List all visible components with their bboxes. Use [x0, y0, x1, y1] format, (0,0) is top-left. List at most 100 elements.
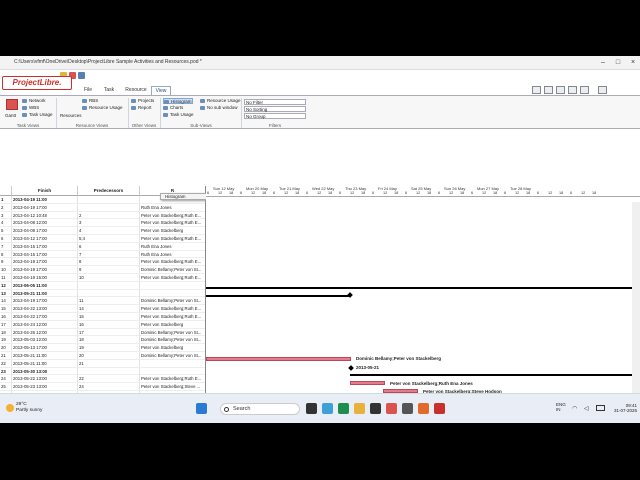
report-button[interactable]: Report [131, 105, 152, 111]
table-row[interactable]: 23 2013-05-30 13:00 [0, 367, 205, 376]
header-predecessors[interactable]: Predecessors [78, 186, 140, 196]
table-row[interactable]: 2 2013-04-19 17:00 Ruth Ena Jones [0, 203, 205, 212]
windows-taskbar: 29°C Partly sunny Search ENG IN ◠ ◁ 09:4… [0, 393, 640, 423]
table-row[interactable]: 22 2013-05-21 11:00 21 [0, 359, 205, 368]
resources-button[interactable]: Resources [58, 113, 82, 119]
widgets-icon[interactable] [322, 403, 333, 414]
minimize-button[interactable]: – [596, 57, 610, 68]
table-row[interactable]: 7 2013-04-15 17:00 6 Ruth Ena Jones [0, 242, 205, 251]
task-view-icon[interactable] [306, 403, 317, 414]
histogram-icon [164, 100, 169, 104]
app-icon[interactable] [418, 403, 429, 414]
task-table: Finish Predecessors R 1 2013-04-19 11:00 2… [0, 186, 206, 423]
table-row[interactable]: 25 2013-05-23 13:00 24 Peter von Stackelber… [0, 383, 205, 391]
resources-cell: Peter von Stackelberg;Ruth E... [140, 212, 205, 219]
table-row[interactable]: 14 2013-04-19 17:00 11 Dominic Bellamy;Pete… [0, 297, 205, 306]
predecessors-cell: 16 [78, 320, 140, 328]
header-finish[interactable]: Finish [12, 186, 78, 196]
gantt-button[interactable]: Gantt [4, 98, 20, 120]
calendar-icon[interactable] [568, 86, 577, 94]
table-row[interactable]: 20 2013-05-13 17:00 19 Peter von Stackelber… [0, 344, 205, 352]
weather-widget[interactable]: 29°C Partly sunny [6, 402, 56, 418]
table-row[interactable]: 18 2013-04-26 12:00 17 Dominic Bellamy;Pete… [0, 328, 205, 337]
report-icon[interactable] [556, 86, 565, 94]
title-bar: C:\Users\vfmf\OneDrive\Desktop\ProjectLi… [0, 56, 640, 70]
file-explorer-icon[interactable] [354, 403, 365, 414]
tab-view[interactable]: View [151, 86, 171, 95]
table-row[interactable]: 24 2013-05-22 13:00 22 Peter von Stackelber… [0, 375, 205, 384]
projects-button[interactable]: Projects [131, 98, 154, 104]
sub-task-usage-button[interactable]: Task Usage [163, 112, 194, 118]
group-select[interactable]: No Group [244, 113, 306, 119]
table-row[interactable]: 8 2013-04-15 17:00 7 Ruth Ena Jones [0, 250, 205, 259]
sorting-select[interactable]: No Sorting [244, 106, 306, 112]
finish-cell: 2013-04-22 13:00 [12, 305, 78, 313]
task-24-label: Peter von Stackelberg;Ruth Ena Jones [390, 381, 473, 386]
app-icon[interactable] [386, 403, 397, 414]
battery-icon[interactable] [596, 405, 605, 411]
summary-bar-23[interactable] [350, 374, 634, 376]
table-row[interactable]: 15 2013-04-22 13:00 14 Peter von Stackelber… [0, 305, 205, 313]
rbs-button[interactable]: RBS [82, 98, 98, 104]
clock[interactable]: 09:41 31-07-2026 [614, 403, 637, 413]
settings-icon[interactable] [580, 86, 589, 94]
task-bar-24[interactable] [350, 381, 385, 385]
predecessors-cell: 17 [78, 328, 140, 336]
maximize-button[interactable]: □ [611, 57, 625, 68]
predecessors-cell: 11 [78, 297, 140, 305]
no-sub-window-button[interactable]: No sub window [200, 105, 238, 111]
charts-button[interactable]: Charts [163, 105, 183, 111]
wifi-icon[interactable]: ◠ [572, 405, 580, 412]
tab-task[interactable]: Task [98, 86, 120, 95]
table-row[interactable]: 10 2013-04-19 17:00 9 Dominic Bellamy;Peter… [0, 266, 205, 274]
histogram-button[interactable]: Histogram [163, 98, 193, 104]
table-row[interactable]: 16 2013-04-22 17:00 15 Peter von Stackelber… [0, 313, 205, 321]
resources-cell: Peter von Stackelberg;Steve ... [140, 383, 205, 390]
row-number: 10 [0, 266, 12, 274]
taskbar-search[interactable]: Search [220, 403, 300, 415]
print-icon[interactable] [78, 72, 85, 79]
task-bar-21[interactable] [206, 357, 351, 361]
table-row[interactable]: 11 2013-04-19 15:00 10 Peter von Stackelber… [0, 274, 205, 282]
predecessors-cell: 14 [78, 305, 140, 313]
resources-cell: Peter von Stackelberg [140, 344, 205, 351]
finish-cell: 2013-04-19 17:00 [12, 203, 78, 211]
wbs-button[interactable]: WBS [22, 105, 39, 111]
resource-usage-button[interactable]: Resource Usage [82, 105, 123, 111]
summary-bar-12[interactable] [206, 287, 634, 289]
edge-icon[interactable] [338, 403, 349, 414]
row-number: 9 [0, 258, 12, 266]
table-row[interactable]: 3 2013-04-12 10:48 2 Peter von Stackelberg;… [0, 211, 205, 220]
table-row[interactable]: 19 2013-05-03 12:00 18 Dominic Bellamy;Pete… [0, 336, 205, 345]
table-icon[interactable] [544, 86, 553, 94]
table-row[interactable]: 17 2013-04-24 12:00 16 Peter von Stackelber… [0, 320, 205, 329]
tab-file[interactable]: File [78, 86, 98, 95]
table-row[interactable]: 21 2013-05-21 11:00 20 Dominic Bellamy;Pete… [0, 352, 205, 360]
filter-select[interactable]: No Filter [244, 99, 306, 105]
app-logo: ProjectLibre. [2, 76, 72, 90]
table-row[interactable]: 6 2013-04-12 17:00 5;4 Peter von Stackelber… [0, 235, 205, 243]
vertical-scrollbar[interactable] [632, 202, 640, 423]
projectlibre-taskbar-icon[interactable] [434, 403, 445, 414]
chart-icon[interactable] [532, 86, 541, 94]
volume-icon[interactable]: ◁ [584, 405, 592, 412]
app-icon[interactable] [402, 403, 413, 414]
store-icon[interactable] [370, 403, 381, 414]
milestone-22[interactable] [348, 365, 354, 371]
other-views-label: Other Views [131, 123, 157, 128]
table-row[interactable]: 4 2013-04-08 12:00 3 Peter von Stackelberg;… [0, 219, 205, 228]
table-row[interactable]: 5 2013-04-08 17:00 4 Peter von Stackelberg [0, 227, 205, 235]
table-row[interactable]: 12 2013-06-05 11:00 [0, 281, 205, 290]
network-button[interactable]: Network [22, 98, 46, 104]
tab-resource[interactable]: Resource [122, 86, 150, 95]
predecessors-cell: 10 [78, 274, 140, 281]
summary-bar-13[interactable] [206, 295, 350, 297]
table-row[interactable]: 9 2013-04-19 17:00 8 Peter von Stackelberg;… [0, 258, 205, 267]
table-row[interactable]: 13 2013-05-21 11:00 [0, 289, 205, 298]
close-button[interactable]: × [626, 57, 640, 68]
help-icon[interactable] [598, 86, 607, 94]
task-usage-button[interactable]: Task Usage [22, 112, 53, 118]
language-indicator[interactable]: ENG IN [556, 402, 566, 412]
start-icon[interactable] [196, 403, 207, 414]
sub-resource-usage-button[interactable]: Resource Usage [200, 98, 241, 104]
